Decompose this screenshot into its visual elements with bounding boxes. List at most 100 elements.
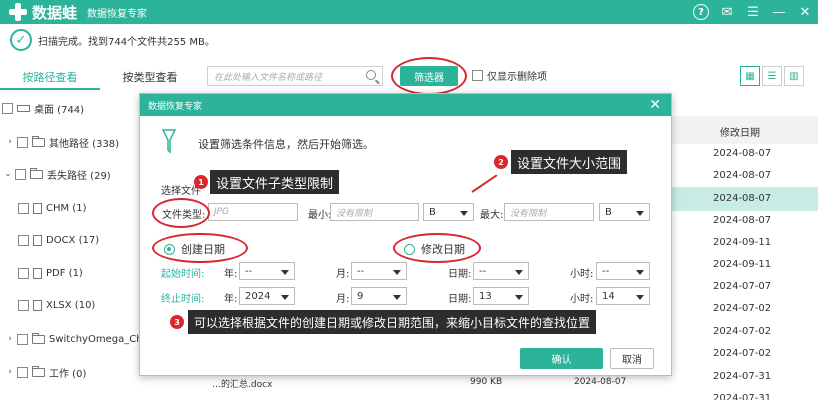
end-hour-select[interactable]: 14 bbox=[596, 287, 650, 305]
list-view-icon[interactable]: ☰ bbox=[762, 66, 782, 86]
file-type-placeholder: JPG bbox=[214, 207, 230, 217]
tree-checkbox[interactable] bbox=[15, 168, 26, 180]
file-icon bbox=[33, 202, 42, 214]
end-month-label: 月: bbox=[336, 294, 350, 305]
tree-item-label: 桌面 (744) bbox=[34, 104, 85, 116]
tree-checkbox[interactable] bbox=[17, 136, 28, 148]
cancel-button[interactable]: 取消 bbox=[610, 348, 654, 369]
min-size-label: 最小: bbox=[308, 210, 332, 221]
scan-status-text: 扫描完成。找到744个文件共255 MB。 bbox=[38, 36, 215, 48]
show-deleted-checkbox[interactable] bbox=[472, 70, 483, 81]
row-date: 2024-08-07 bbox=[713, 215, 772, 226]
chevron-down-icon bbox=[636, 270, 644, 275]
tree-item-docx[interactable]: DOCX (17) bbox=[18, 230, 99, 250]
tree-checkbox[interactable] bbox=[17, 366, 28, 378]
start-day-select[interactable]: -- bbox=[473, 262, 529, 280]
tree-item-desktop[interactable]: 桌面 (744) bbox=[2, 98, 84, 118]
row-date: 2024-07-07 bbox=[713, 281, 772, 292]
grid-view-icon[interactable]: ▦ bbox=[740, 66, 760, 86]
end-month-value: 9 bbox=[357, 290, 364, 302]
end-day-value: 13 bbox=[479, 290, 492, 302]
tree-item-other-paths[interactable]: › 其他路径 (338) bbox=[6, 132, 119, 152]
min-size-placeholder: 没有限制 bbox=[336, 208, 373, 219]
scan-status: ✓ 扫描完成。找到744个文件共255 MB。 bbox=[10, 29, 215, 51]
column-header-modified-date[interactable]: 修改日期 bbox=[720, 124, 760, 139]
tree-checkbox[interactable] bbox=[2, 102, 13, 114]
start-hour-label: 小时: bbox=[570, 269, 594, 280]
menu-button[interactable]: ☰ bbox=[740, 0, 766, 24]
chevron-down-icon bbox=[393, 295, 401, 300]
tab-by-path[interactable]: 按路径查看 bbox=[0, 66, 100, 90]
dialog-header: 数据恢复专家 ✕ bbox=[140, 94, 671, 116]
expand-icon[interactable]: › bbox=[6, 367, 14, 377]
tree-item-work[interactable]: › 工作 (0) bbox=[6, 362, 86, 382]
dialog-close-icon[interactable]: ✕ bbox=[649, 97, 661, 113]
end-day-select[interactable]: 13 bbox=[473, 287, 529, 305]
tree-checkbox[interactable] bbox=[17, 333, 28, 345]
end-hour-value: 14 bbox=[602, 290, 615, 302]
tree-item-xlsx[interactable]: XLSX (10) bbox=[18, 295, 95, 315]
max-size-input[interactable]: 没有限制 bbox=[504, 203, 594, 221]
tree-checkbox[interactable] bbox=[18, 202, 29, 214]
chevron-down-icon bbox=[281, 270, 289, 275]
file-icon bbox=[33, 267, 42, 279]
start-day-label: 日期: bbox=[448, 269, 472, 280]
start-month-select[interactable]: -- bbox=[351, 262, 407, 280]
start-year-select[interactable]: -- bbox=[239, 262, 295, 280]
tree-item-label: XLSX (10) bbox=[46, 299, 96, 311]
tab-by-type[interactable]: 按类型查看 bbox=[100, 66, 200, 90]
peek-file-name: …的汇总.docx bbox=[212, 380, 273, 390]
chevron-down-icon bbox=[636, 211, 644, 216]
help-button[interactable]: ? bbox=[688, 0, 714, 24]
callout-number-1: 1 bbox=[194, 175, 208, 189]
confirm-button[interactable]: 确认 bbox=[520, 348, 603, 369]
end-time-label: 终止时间: bbox=[161, 294, 205, 305]
row-date: 2024-07-31 bbox=[713, 371, 772, 382]
max-size-placeholder: 没有限制 bbox=[510, 208, 547, 219]
minimize-icon: — bbox=[772, 4, 786, 20]
max-size-unit-select[interactable]: B bbox=[599, 203, 650, 221]
tree-checkbox[interactable] bbox=[18, 267, 29, 279]
expand-icon[interactable]: › bbox=[6, 137, 14, 147]
search-placeholder: 在此处输入文件名称或路径 bbox=[214, 72, 323, 83]
mail-button[interactable]: ✉ bbox=[714, 0, 740, 24]
tree-item-pdf[interactable]: PDF (1) bbox=[18, 263, 83, 283]
show-deleted-label: 仅显示删除项 bbox=[487, 72, 547, 83]
row-date: 2024-08-07 bbox=[713, 148, 772, 159]
show-deleted-toggle[interactable]: 仅显示删除项 bbox=[472, 68, 547, 83]
start-time-label: 起始时间: bbox=[161, 269, 205, 280]
close-window-button[interactable]: ✕ bbox=[792, 0, 818, 24]
callout-number-2: 2 bbox=[494, 155, 508, 169]
menu-icon: ☰ bbox=[747, 4, 759, 20]
file-type-input[interactable]: JPG bbox=[208, 203, 298, 221]
min-size-unit-select[interactable]: B bbox=[423, 203, 474, 221]
created-date-highlight-ring bbox=[152, 233, 248, 263]
detail-view-icon[interactable]: ▥ bbox=[784, 66, 804, 86]
min-unit-value: B bbox=[429, 206, 436, 218]
start-month-value: -- bbox=[357, 265, 365, 277]
search-input[interactable]: 在此处输入文件名称或路径 bbox=[207, 66, 383, 86]
dialog-title: 数据恢复专家 bbox=[148, 101, 203, 112]
end-month-select[interactable]: 9 bbox=[351, 287, 407, 305]
folder-icon bbox=[30, 167, 43, 179]
minimize-button[interactable]: — bbox=[766, 0, 792, 24]
folder-icon bbox=[32, 332, 45, 344]
tree-item-lost-paths[interactable]: ⌄ 丢失路径 (29) bbox=[4, 164, 111, 184]
tree-item-label: 工作 (0) bbox=[49, 368, 87, 380]
expand-icon[interactable]: › bbox=[6, 334, 14, 344]
start-hour-value: -- bbox=[602, 265, 610, 277]
tree-item-chm[interactable]: CHM (1) bbox=[18, 198, 86, 218]
chevron-down-icon bbox=[515, 295, 523, 300]
start-hour-select[interactable]: -- bbox=[596, 262, 650, 280]
tree-item-switchyomega[interactable]: › SwitchyOmega_Ch bbox=[6, 329, 143, 349]
tree-checkbox[interactable] bbox=[18, 299, 29, 311]
chevron-down-icon bbox=[393, 270, 401, 275]
start-month-label: 月: bbox=[336, 269, 350, 280]
row-date: 2024-07-02 bbox=[713, 326, 772, 337]
collapse-icon[interactable]: ⌄ bbox=[4, 169, 12, 179]
min-size-input[interactable]: 没有限制 bbox=[330, 203, 419, 221]
tree-checkbox[interactable] bbox=[18, 234, 29, 246]
end-year-select[interactable]: 2024 bbox=[239, 287, 295, 305]
chevron-down-icon bbox=[460, 211, 468, 216]
search-icon[interactable] bbox=[366, 70, 376, 80]
